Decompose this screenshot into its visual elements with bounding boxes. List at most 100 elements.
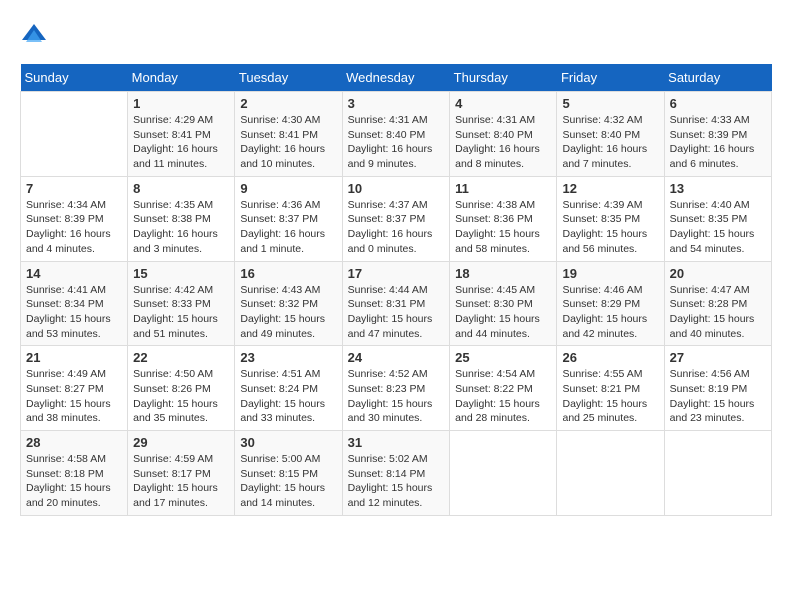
day-cell: 31 Sunrise: 5:02 AM Sunset: 8:14 PM Dayli… xyxy=(342,431,450,516)
day-info: Sunrise: 4:44 AM Sunset: 8:31 PM Dayligh… xyxy=(348,283,445,342)
day-number: 12 xyxy=(562,181,658,196)
day-info: Sunrise: 4:56 AM Sunset: 8:19 PM Dayligh… xyxy=(670,367,766,426)
day-info: Sunrise: 4:33 AM Sunset: 8:39 PM Dayligh… xyxy=(670,113,766,172)
day-cell: 24 Sunrise: 4:52 AM Sunset: 8:23 PM Dayli… xyxy=(342,346,450,431)
day-number: 18 xyxy=(455,266,551,281)
day-cell: 9 Sunrise: 4:36 AM Sunset: 8:37 PM Daylig… xyxy=(235,176,342,261)
day-number: 13 xyxy=(670,181,766,196)
day-cell: 4 Sunrise: 4:31 AM Sunset: 8:40 PM Daylig… xyxy=(450,92,557,177)
day-info: Sunrise: 4:42 AM Sunset: 8:33 PM Dayligh… xyxy=(133,283,229,342)
day-cell: 25 Sunrise: 4:54 AM Sunset: 8:22 PM Dayli… xyxy=(450,346,557,431)
week-row-2: 7Sunrise: 4:34 AM Sunset: 8:39 PM Daylig… xyxy=(21,176,772,261)
day-cell: 2 Sunrise: 4:30 AM Sunset: 8:41 PM Daylig… xyxy=(235,92,342,177)
week-row-3: 14 Sunrise: 4:41 AM Sunset: 8:34 PM Dayli… xyxy=(21,261,772,346)
day-cell: 26Sunrise: 4:55 AM Sunset: 8:21 PM Dayli… xyxy=(557,346,664,431)
day-number: 26 xyxy=(562,350,658,365)
day-cell: 22 Sunrise: 4:50 AM Sunset: 8:26 PM Dayli… xyxy=(128,346,235,431)
day-info: Sunrise: 4:36 AM Sunset: 8:37 PM Dayligh… xyxy=(240,198,336,257)
day-info: Sunrise: 4:40 AM Sunset: 8:35 PM Dayligh… xyxy=(670,198,766,257)
day-cell: 17 Sunrise: 4:44 AM Sunset: 8:31 PM Dayli… xyxy=(342,261,450,346)
day-header-thursday: Thursday xyxy=(450,64,557,92)
day-cell: 7Sunrise: 4:34 AM Sunset: 8:39 PM Daylig… xyxy=(21,176,128,261)
day-info: Sunrise: 4:52 AM Sunset: 8:23 PM Dayligh… xyxy=(348,367,445,426)
day-cell: 14 Sunrise: 4:41 AM Sunset: 8:34 PM Dayli… xyxy=(21,261,128,346)
day-number: 17 xyxy=(348,266,445,281)
day-number: 23 xyxy=(240,350,336,365)
day-cell: 27 Sunrise: 4:56 AM Sunset: 8:19 PM Dayli… xyxy=(664,346,771,431)
day-cell: 12 Sunrise: 4:39 AM Sunset: 8:35 PM Dayli… xyxy=(557,176,664,261)
day-number: 21 xyxy=(26,350,122,365)
day-number: 30 xyxy=(240,435,336,450)
day-number: 11 xyxy=(455,181,551,196)
day-info: Sunrise: 4:32 AM Sunset: 8:40 PM Dayligh… xyxy=(562,113,658,172)
day-cell: 3Sunrise: 4:31 AM Sunset: 8:40 PM Daylig… xyxy=(342,92,450,177)
day-cell: 23 Sunrise: 4:51 AM Sunset: 8:24 PM Dayli… xyxy=(235,346,342,431)
logo-icon xyxy=(20,20,48,48)
day-info: Sunrise: 4:46 AM Sunset: 8:29 PM Dayligh… xyxy=(562,283,658,342)
day-info: Sunrise: 4:45 AM Sunset: 8:30 PM Dayligh… xyxy=(455,283,551,342)
page-header xyxy=(20,20,772,48)
day-info: Sunrise: 4:54 AM Sunset: 8:22 PM Dayligh… xyxy=(455,367,551,426)
day-number: 15 xyxy=(133,266,229,281)
day-cell: 30Sunrise: 5:00 AM Sunset: 8:15 PM Dayli… xyxy=(235,431,342,516)
day-number: 29 xyxy=(133,435,229,450)
day-cell: 11Sunrise: 4:38 AM Sunset: 8:36 PM Dayli… xyxy=(450,176,557,261)
day-cell xyxy=(21,92,128,177)
day-number: 3 xyxy=(348,96,445,111)
day-cell: 19 Sunrise: 4:46 AM Sunset: 8:29 PM Dayli… xyxy=(557,261,664,346)
day-number: 25 xyxy=(455,350,551,365)
day-info: Sunrise: 4:31 AM Sunset: 8:40 PM Dayligh… xyxy=(455,113,551,172)
day-number: 22 xyxy=(133,350,229,365)
week-row-4: 21 Sunrise: 4:49 AM Sunset: 8:27 PM Dayli… xyxy=(21,346,772,431)
day-number: 2 xyxy=(240,96,336,111)
day-cell xyxy=(664,431,771,516)
day-info: Sunrise: 4:58 AM Sunset: 8:18 PM Dayligh… xyxy=(26,452,122,511)
day-info: Sunrise: 4:51 AM Sunset: 8:24 PM Dayligh… xyxy=(240,367,336,426)
day-info: Sunrise: 4:50 AM Sunset: 8:26 PM Dayligh… xyxy=(133,367,229,426)
day-number: 27 xyxy=(670,350,766,365)
day-number: 28 xyxy=(26,435,122,450)
day-info: Sunrise: 4:59 AM Sunset: 8:17 PM Dayligh… xyxy=(133,452,229,511)
day-number: 6 xyxy=(670,96,766,111)
day-cell: 15 Sunrise: 4:42 AM Sunset: 8:33 PM Dayli… xyxy=(128,261,235,346)
day-info: Sunrise: 4:30 AM Sunset: 8:41 PM Dayligh… xyxy=(240,113,336,172)
day-header-saturday: Saturday xyxy=(664,64,771,92)
day-info: Sunrise: 4:41 AM Sunset: 8:34 PM Dayligh… xyxy=(26,283,122,342)
day-cell: 10Sunrise: 4:37 AM Sunset: 8:37 PM Dayli… xyxy=(342,176,450,261)
week-row-1: 1Sunrise: 4:29 AM Sunset: 8:41 PM Daylig… xyxy=(21,92,772,177)
day-info: Sunrise: 4:49 AM Sunset: 8:27 PM Dayligh… xyxy=(26,367,122,426)
day-number: 4 xyxy=(455,96,551,111)
day-cell: 29 Sunrise: 4:59 AM Sunset: 8:17 PM Dayli… xyxy=(128,431,235,516)
day-header-sunday: Sunday xyxy=(21,64,128,92)
day-cell: 5 Sunrise: 4:32 AM Sunset: 8:40 PM Daylig… xyxy=(557,92,664,177)
day-number: 14 xyxy=(26,266,122,281)
header-row: SundayMondayTuesdayWednesdayThursdayFrid… xyxy=(21,64,772,92)
day-cell: 21 Sunrise: 4:49 AM Sunset: 8:27 PM Dayli… xyxy=(21,346,128,431)
day-header-wednesday: Wednesday xyxy=(342,64,450,92)
logo xyxy=(20,20,52,48)
day-cell: 18 Sunrise: 4:45 AM Sunset: 8:30 PM Dayli… xyxy=(450,261,557,346)
day-cell: 6 Sunrise: 4:33 AM Sunset: 8:39 PM Daylig… xyxy=(664,92,771,177)
day-info: Sunrise: 4:34 AM Sunset: 8:39 PM Dayligh… xyxy=(26,198,122,257)
calendar-table: SundayMondayTuesdayWednesdayThursdayFrid… xyxy=(20,64,772,516)
day-number: 31 xyxy=(348,435,445,450)
day-info: Sunrise: 4:35 AM Sunset: 8:38 PM Dayligh… xyxy=(133,198,229,257)
day-number: 1 xyxy=(133,96,229,111)
day-info: Sunrise: 4:39 AM Sunset: 8:35 PM Dayligh… xyxy=(562,198,658,257)
day-header-tuesday: Tuesday xyxy=(235,64,342,92)
day-number: 9 xyxy=(240,181,336,196)
day-header-friday: Friday xyxy=(557,64,664,92)
day-number: 20 xyxy=(670,266,766,281)
day-number: 19 xyxy=(562,266,658,281)
day-cell: 13 Sunrise: 4:40 AM Sunset: 8:35 PM Dayli… xyxy=(664,176,771,261)
day-header-monday: Monday xyxy=(128,64,235,92)
day-cell: 20 Sunrise: 4:47 AM Sunset: 8:28 PM Dayli… xyxy=(664,261,771,346)
day-info: Sunrise: 4:47 AM Sunset: 8:28 PM Dayligh… xyxy=(670,283,766,342)
day-cell xyxy=(557,431,664,516)
day-number: 24 xyxy=(348,350,445,365)
day-cell: 1Sunrise: 4:29 AM Sunset: 8:41 PM Daylig… xyxy=(128,92,235,177)
day-number: 5 xyxy=(562,96,658,111)
day-info: Sunrise: 4:37 AM Sunset: 8:37 PM Dayligh… xyxy=(348,198,445,257)
day-info: Sunrise: 4:43 AM Sunset: 8:32 PM Dayligh… xyxy=(240,283,336,342)
day-info: Sunrise: 5:02 AM Sunset: 8:14 PM Dayligh… xyxy=(348,452,445,511)
